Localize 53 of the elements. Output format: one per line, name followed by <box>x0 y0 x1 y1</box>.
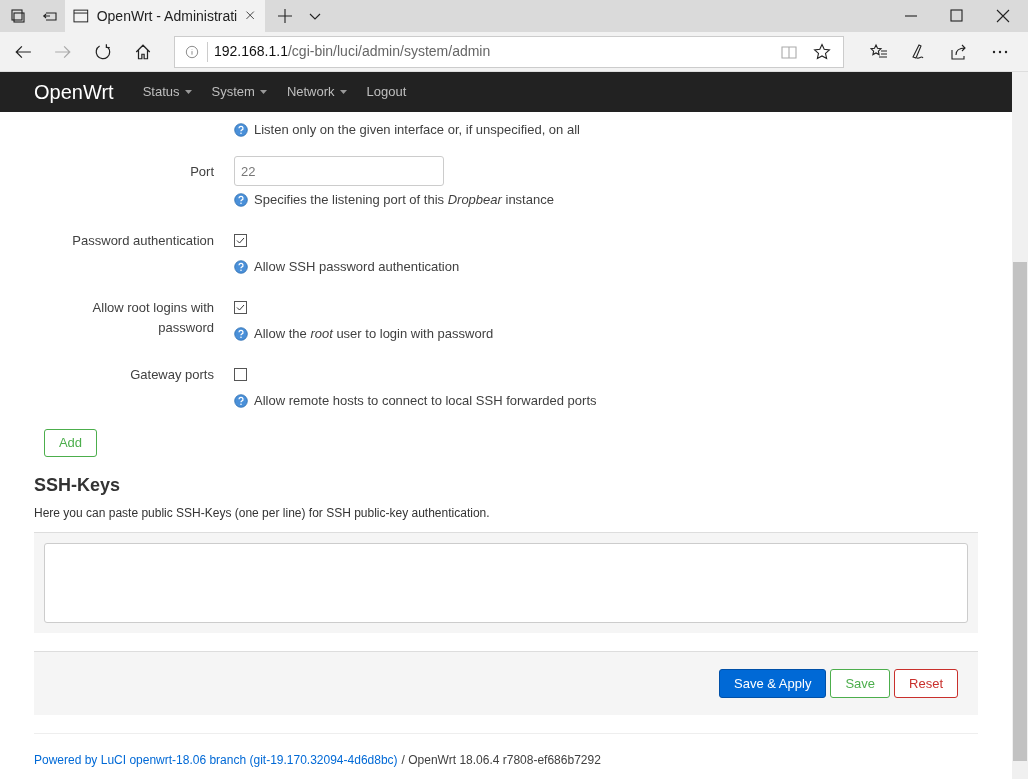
browser-tab[interactable]: OpenWrt - Administrati <box>65 0 265 32</box>
footer-version: / OpenWrt 18.06.4 r7808-ef686b7292 <box>401 752 601 769</box>
field-description: Allow the root user to login with password <box>254 326 494 342</box>
tabs-icon[interactable] <box>10 8 26 24</box>
help-icon <box>234 327 248 341</box>
section-description: Here you can paste public SSH-Keys (one per line) for SSH public-key authentication. <box>34 505 491 522</box>
url-text: 192.168.1.1/cgi-bin/luci/admin/system/admin <box>214 42 491 61</box>
more-icon[interactable] <box>992 49 1008 54</box>
field-label: Allow root logins with password <box>91 299 214 337</box>
field-label: Password authentication <box>71 232 214 250</box>
checkbox[interactable] <box>234 368 247 381</box>
tab-title: OpenWrt - Administrati <box>96 6 238 26</box>
field-description: Allow remote hosts to connect to local SSH forwarded ports <box>254 393 597 409</box>
field-label: Gateway ports <box>129 366 214 384</box>
footer-link[interactable]: Powered by LuCI openwrt-18.06 branch (git-19.170.32094-4d6d8bc) <box>34 751 398 769</box>
address-bar[interactable]: 192.168.1.1/cgi-bin/luci/admin/system/admin <box>174 35 844 68</box>
nav-menu[interactable]: Logout <box>366 82 407 102</box>
info-icon[interactable] <box>185 44 199 59</box>
help-icon <box>234 260 248 274</box>
checkbox[interactable] <box>234 234 247 247</box>
close-icon[interactable] <box>995 8 1011 24</box>
brand-logo[interactable]: OpenWrt <box>34 77 114 107</box>
port-field[interactable]: 22 <box>234 156 444 186</box>
field-description: Allow SSH password authentication <box>254 259 460 275</box>
share-icon[interactable] <box>950 42 968 61</box>
favorites-icon[interactable] <box>870 42 888 61</box>
star-icon[interactable] <box>813 42 831 61</box>
help-icon <box>234 394 248 408</box>
caret-icon <box>184 90 192 94</box>
scrollbar[interactable] <box>1012 72 1028 779</box>
close-icon[interactable] <box>245 10 257 22</box>
nav-menu[interactable]: Status <box>142 82 192 102</box>
action-button[interactable]: Save & Apply <box>719 669 827 698</box>
plus-icon[interactable] <box>277 8 293 24</box>
caret-icon <box>339 90 347 94</box>
help-icon <box>234 123 248 137</box>
home-icon[interactable] <box>134 42 152 61</box>
section-title: SSH-Keys <box>34 474 122 497</box>
check-icon <box>236 304 245 311</box>
keys-input-field[interactable] <box>44 543 968 623</box>
maximize-icon[interactable] <box>949 8 965 24</box>
field-label: Port <box>189 163 214 181</box>
checkbox[interactable] <box>234 301 247 314</box>
field-description: Specifies the listening port of this Dropbear instance <box>254 192 554 208</box>
nav-menu[interactable]: System <box>211 82 267 102</box>
field-description: Listen only on the given interface or, if unspecified, on all <box>254 122 580 138</box>
action-button[interactable]: Reset <box>894 669 958 698</box>
page-icon <box>73 9 89 23</box>
nav-menu[interactable]: Network <box>286 82 347 102</box>
check-icon <box>236 237 245 244</box>
caret-icon <box>259 90 267 94</box>
help-icon <box>234 193 248 207</box>
refresh-icon[interactable] <box>94 42 112 61</box>
